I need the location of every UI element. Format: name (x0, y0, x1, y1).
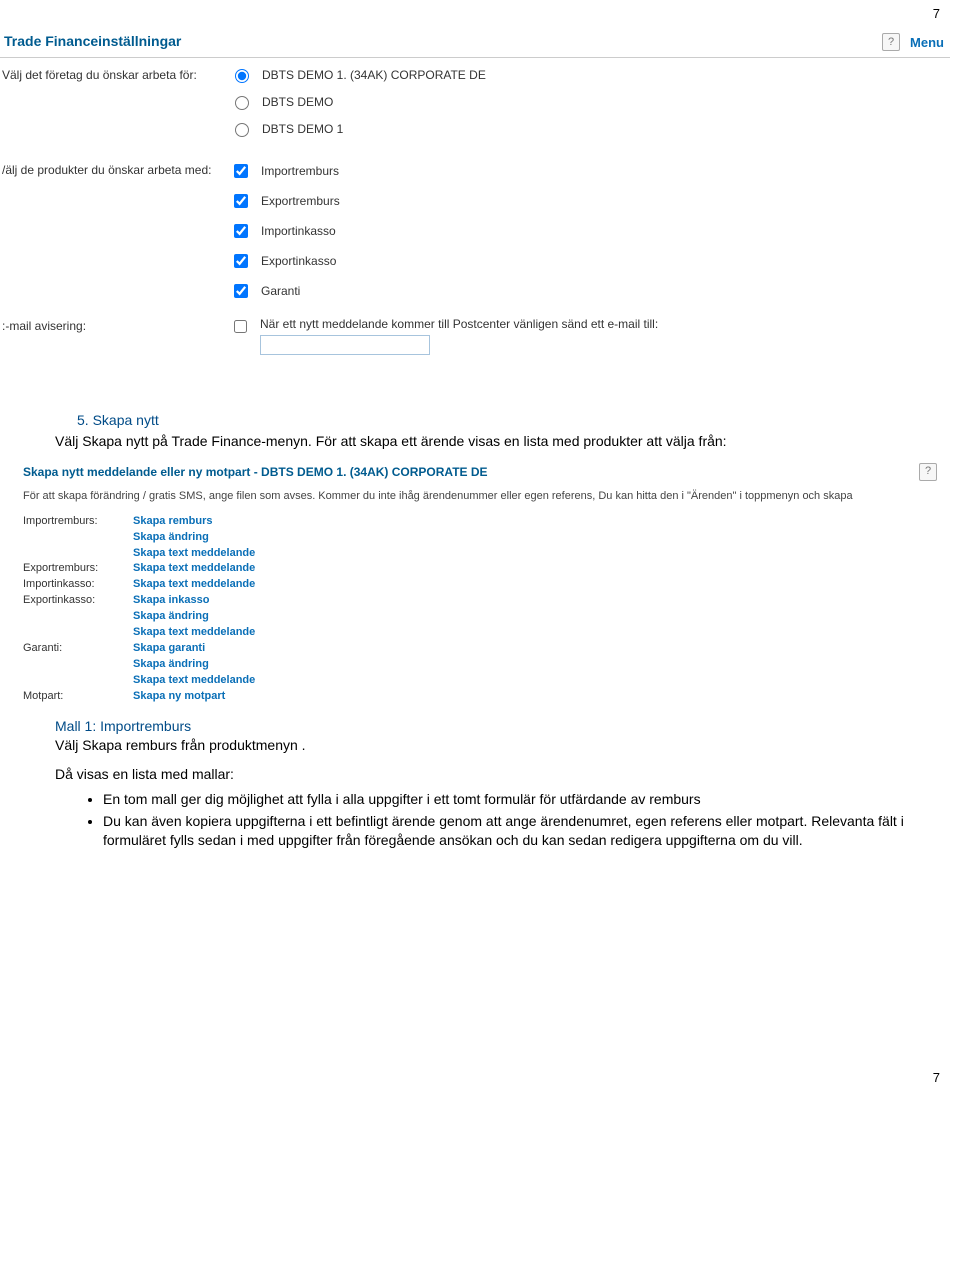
company-radio-1[interactable] (235, 96, 249, 110)
company-radio-0[interactable] (235, 69, 249, 83)
settings-panel: Trade Financeinställningar ? Menu Välj d… (0, 27, 960, 371)
product-option-label: Importremburs (261, 164, 339, 178)
create-link[interactable]: Skapa ändring (133, 530, 255, 546)
company-option-0[interactable]: DBTS DEMO 1. (34AK) CORPORATE DE (230, 66, 950, 83)
create-row-label: Garanti: (23, 641, 133, 656)
products-label: /älj de produkter du önskar arbeta med: (0, 161, 230, 177)
create-row-label: Exportremburs: (23, 561, 133, 576)
mall1-line2: Då visas en lista med mallar: (55, 765, 905, 784)
product-option-2[interactable]: Importinkasso (230, 221, 950, 241)
create-row-label: Importinkasso: (23, 577, 133, 592)
product-option-label: Exportremburs (261, 194, 340, 208)
create-link[interactable]: Skapa text meddelande (133, 561, 255, 577)
create-link[interactable]: Skapa garanti (133, 641, 255, 657)
create-row-4: Garanti: Skapa garanti Skapa ändring Ska… (15, 641, 945, 689)
create-link[interactable]: Skapa ny motpart (133, 689, 225, 705)
product-option-1[interactable]: Exportremburs (230, 191, 950, 211)
create-link[interactable]: Skapa text meddelande (133, 546, 255, 562)
company-option-label: DBTS DEMO (262, 95, 333, 109)
create-panel-desc: För att skapa förändring / gratis SMS, a… (15, 485, 945, 514)
product-check-1[interactable] (234, 194, 248, 208)
create-panel-title: Skapa nytt meddelande eller ny motpart -… (23, 464, 488, 480)
create-link[interactable]: Skapa ändring (133, 657, 255, 673)
page-number-top: 7 (0, 0, 960, 27)
mall1-bullets: En tom mall ger dig möjlighet att fylla … (55, 790, 905, 851)
create-panel: Skapa nytt meddelande eller ny motpart -… (15, 457, 945, 705)
email-row: :-mail avisering: När ett nytt meddeland… (0, 317, 950, 355)
create-row-1: Exportremburs: Skapa text meddelande (15, 561, 945, 577)
product-option-label: Importinkasso (261, 224, 336, 238)
product-check-4[interactable] (234, 284, 248, 298)
product-check-3[interactable] (234, 254, 248, 268)
create-row-label: Exportinkasso: (23, 593, 133, 608)
product-option-0[interactable]: Importremburs (230, 161, 950, 181)
email-text: När ett nytt meddelande kommer till Post… (260, 317, 658, 331)
company-option-label: DBTS DEMO 1 (262, 122, 343, 136)
create-link[interactable]: Skapa ändring (133, 609, 255, 625)
create-row-5: Motpart: Skapa ny motpart (15, 689, 945, 705)
create-row-0: Importremburs: Skapa remburs Skapa ändri… (15, 514, 945, 562)
menu-link[interactable]: Menu (910, 35, 944, 50)
settings-header: Trade Financeinställningar ? Menu (0, 27, 950, 58)
create-row-3: Exportinkasso: Skapa inkasso Skapa ändri… (15, 593, 945, 641)
product-option-3[interactable]: Exportinkasso (230, 251, 950, 271)
company-radio-2[interactable] (235, 123, 249, 137)
create-link[interactable]: Skapa text meddelande (133, 625, 255, 641)
products-row: /älj de produkter du önskar arbeta med: … (0, 161, 950, 311)
product-option-label: Garanti (261, 284, 300, 298)
create-row-label: Motpart: (23, 689, 133, 704)
create-link[interactable]: Skapa inkasso (133, 593, 255, 609)
document-body: 5. Skapa nytt Välj Skapa nytt på Trade F… (0, 371, 960, 864)
email-input[interactable] (260, 335, 430, 355)
create-link[interactable]: Skapa text meddelande (133, 577, 255, 593)
company-option-label: DBTS DEMO 1. (34AK) CORPORATE DE (262, 68, 486, 82)
settings-title: Trade Financeinställningar (0, 27, 181, 57)
mall1-heading: Mall 1: Importremburs (55, 717, 905, 736)
create-link[interactable]: Skapa remburs (133, 514, 255, 530)
mall1-line1: Välj Skapa remburs från produktmenyn . (55, 736, 905, 755)
company-row: Välj det företag du önskar arbeta för: D… (0, 66, 950, 147)
help-icon[interactable]: ? (882, 33, 900, 51)
create-row-2: Importinkasso: Skapa text meddelande (15, 577, 945, 593)
email-check[interactable] (234, 320, 247, 333)
product-option-label: Exportinkasso (261, 254, 336, 268)
step5-heading: 5. Skapa nytt (55, 411, 905, 430)
mall1-bullet-0: En tom mall ger dig möjlighet att fylla … (103, 790, 905, 809)
company-option-2[interactable]: DBTS DEMO 1 (230, 120, 950, 137)
mall1-bullet-1: Du kan även kopiera uppgifterna i ett be… (103, 812, 905, 850)
company-option-1[interactable]: DBTS DEMO (230, 93, 950, 110)
product-option-4[interactable]: Garanti (230, 281, 950, 301)
product-check-2[interactable] (234, 224, 248, 238)
create-row-label: Importremburs: (23, 514, 133, 529)
product-check-0[interactable] (234, 164, 248, 178)
email-label: :-mail avisering: (0, 317, 230, 333)
page-number-bottom: 7 (0, 1064, 960, 1091)
help-icon[interactable]: ? (919, 463, 937, 481)
step5-text: Välj Skapa nytt på Trade Finance-menyn. … (55, 432, 905, 451)
company-label: Välj det företag du önskar arbeta för: (0, 66, 230, 82)
create-link[interactable]: Skapa text meddelande (133, 673, 255, 689)
